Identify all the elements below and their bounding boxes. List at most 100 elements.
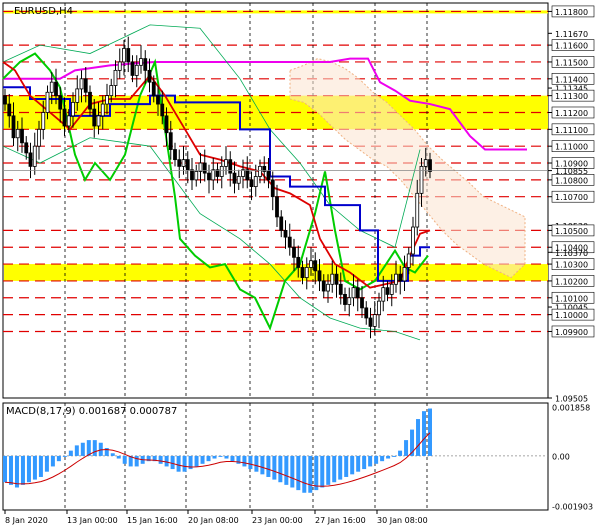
macd-histogram-bar: [338, 455, 343, 480]
macd-histogram-bar: [320, 455, 325, 488]
candle-body: [130, 61, 135, 76]
candle-body: [139, 58, 143, 66]
macd-histogram-bar: [206, 455, 211, 462]
macd-histogram-bar: [98, 442, 103, 456]
candle-body: [292, 246, 296, 258]
candle-body: [58, 95, 63, 110]
candle-body: [372, 314, 377, 327]
candle-body: [377, 300, 381, 316]
candle-body: [71, 101, 75, 117]
candle-body: [287, 236, 292, 248]
time-label: 23 Jan 00:00: [252, 516, 303, 525]
macd-histogram-bar: [260, 455, 265, 475]
candle-body: [249, 179, 254, 188]
candle-body: [275, 196, 279, 218]
candle-body: [300, 267, 305, 278]
macd-histogram-bar: [296, 455, 301, 491]
price-label: 1.11600: [555, 42, 588, 51]
candle-body: [258, 165, 262, 177]
macd-histogram-bar: [32, 455, 37, 480]
candle-body: [423, 159, 428, 167]
candle-body: [313, 260, 318, 272]
time-label: 30 Jan 08:00: [377, 516, 428, 525]
macd-histogram-bar: [92, 440, 97, 456]
candle-body: [347, 297, 352, 305]
candle-body: [224, 159, 228, 167]
candle-body: [24, 142, 29, 154]
macd-histogram-bar: [254, 455, 259, 472]
candle-body: [20, 128, 24, 144]
candle-body: [368, 317, 373, 327]
macd-histogram-bar: [242, 455, 247, 467]
macd-histogram-bar: [356, 455, 361, 472]
candle-body: [428, 159, 432, 172]
candle-body: [185, 159, 190, 171]
candle-body: [228, 159, 233, 174]
candle-body: [330, 273, 335, 285]
candle-body: [151, 81, 156, 97]
candle-body: [66, 115, 71, 127]
candle-body: [3, 95, 7, 105]
macd-histogram-bar: [416, 419, 421, 456]
macd-histogram-bar: [314, 455, 319, 491]
candle-body: [37, 128, 41, 147]
candle-body: [54, 81, 58, 97]
macd-histogram-bar: [122, 455, 127, 464]
candle-body: [236, 176, 241, 184]
price-label: 1.10000: [555, 311, 588, 320]
candle-body: [360, 297, 364, 309]
candle-body: [385, 287, 390, 295]
price-label: 1.10800: [555, 176, 588, 185]
macd-histogram-bar: [224, 455, 229, 459]
macd-histogram-bar: [362, 455, 367, 470]
candle-body: [266, 171, 271, 181]
price-label: 1.11400: [555, 75, 588, 84]
macd-histogram-bar: [134, 455, 139, 467]
candle-body: [109, 85, 114, 97]
candle-body: [173, 149, 177, 161]
candle-body: [334, 273, 339, 285]
candle-body: [41, 112, 46, 130]
candle-body: [160, 103, 165, 117]
price-label: 1.10100: [555, 294, 588, 303]
macd-histogram-bar: [74, 445, 79, 456]
candle-body: [168, 132, 173, 150]
candle-body: [219, 165, 224, 177]
candle-body: [415, 192, 420, 228]
candle-body: [92, 108, 97, 127]
candle-body: [122, 48, 126, 63]
macd-histogram-bar: [386, 455, 391, 459]
price-label: 1.11300: [555, 92, 588, 101]
macd-histogram-bar: [278, 455, 283, 483]
price-label: 1.10700: [555, 193, 588, 202]
macd-histogram-bar: [3, 455, 7, 483]
macd-histogram-bar: [194, 455, 199, 467]
candle-body: [394, 273, 398, 285]
macd-histogram-bar: [248, 455, 253, 470]
candle-body: [164, 115, 169, 134]
candle-body: [83, 78, 88, 93]
candle-body: [321, 280, 326, 292]
macd-histogram-bar: [380, 455, 385, 462]
price-label: 1.10200: [555, 277, 588, 286]
candle-body: [270, 179, 275, 198]
macd-histogram-bar: [290, 455, 295, 488]
macd-histogram-bar: [164, 455, 169, 467]
candle-body: [283, 229, 288, 238]
candle-body: [389, 283, 394, 295]
macd-histogram-bar: [26, 455, 31, 483]
candle-body: [28, 152, 33, 167]
macd-histogram-bar: [38, 455, 43, 477]
macd-histogram-bar: [176, 455, 181, 472]
candle-body: [181, 159, 186, 167]
macd-histogram-bar: [344, 455, 349, 477]
candle-body: [279, 216, 284, 231]
candle-body: [355, 287, 360, 299]
window-title: EURUSD,H4: [14, 6, 73, 17]
price-label: 1.09900: [555, 328, 588, 337]
candle-body: [126, 48, 131, 63]
candle-body: [309, 260, 313, 268]
candle-body: [232, 172, 237, 184]
macd-histogram-bar: [212, 455, 217, 459]
candle-body: [134, 64, 139, 76]
